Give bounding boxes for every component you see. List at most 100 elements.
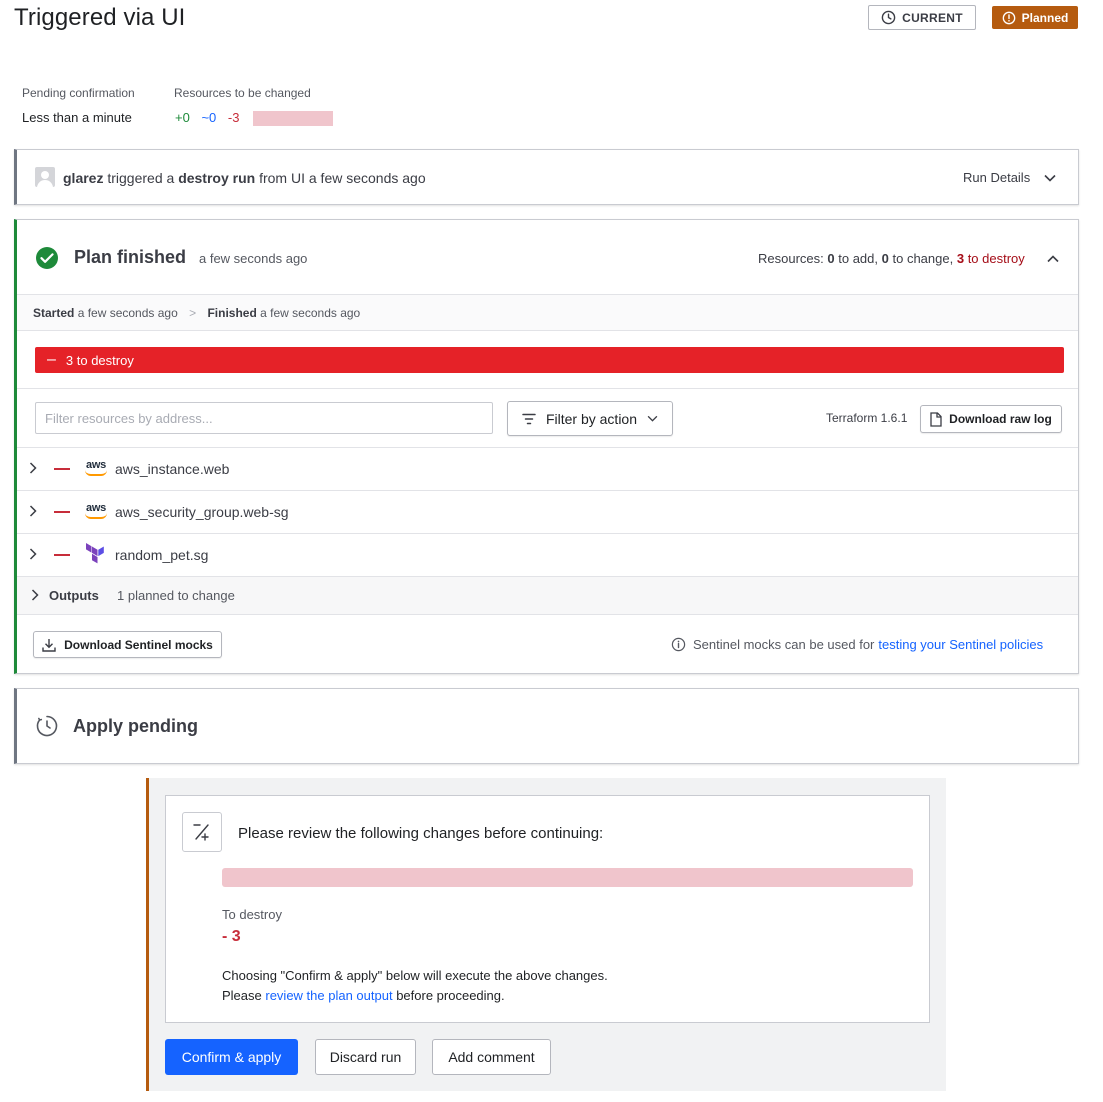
chevron-right-icon (31, 588, 39, 604)
plan-destroy-count: 3 (956, 251, 965, 266)
resources-prefix: Resources: (758, 251, 824, 266)
outputs-row[interactable]: Outputs 1 planned to change (17, 576, 1078, 614)
download-icon (42, 638, 56, 652)
plan-destroy-label: to destroy (967, 251, 1025, 266)
timing-row: Started a few seconds ago > Finished a f… (17, 294, 1078, 330)
plan-add-count: 0 (827, 251, 835, 266)
review-panel: Please review the following changes befo… (146, 778, 946, 1091)
minus-icon: – (47, 351, 56, 368)
review-plan-link[interactable]: review the plan output (265, 988, 392, 1003)
review-heading: Please review the following changes befo… (238, 825, 604, 842)
terraform-logo-icon (85, 542, 105, 568)
filter-by-action-button[interactable]: Filter by action (507, 401, 673, 436)
check-circle-icon (35, 246, 59, 273)
finished-label: Finished (207, 306, 257, 320)
trigger-text-2: from UI a few seconds ago (259, 170, 426, 186)
review-note-2-prefix: Please (222, 988, 262, 1003)
resources-label: Resources to be changed (174, 86, 311, 100)
chevron-down-icon (647, 415, 658, 422)
destroy-bar-row: – 3 to destroy (17, 330, 1078, 388)
finished-time: a few seconds ago (260, 306, 361, 320)
chevron-up-icon (1047, 255, 1059, 263)
resource-name: random_pet.sg (115, 547, 209, 563)
destroy-marker (54, 511, 70, 513)
chevron-right-icon (29, 547, 37, 563)
avatar (35, 167, 55, 187)
filter-resources-input[interactable] (35, 402, 493, 434)
sentinel-note-text: Sentinel mocks can be used for (693, 637, 875, 652)
plan-time: a few seconds ago (199, 251, 308, 266)
review-note-2: Please review the plan output before pro… (222, 988, 505, 1003)
aws-logo-icon: aws (83, 503, 109, 521)
destroy-marker (54, 554, 70, 556)
breadcrumb-separator: > (189, 306, 197, 320)
current-badge: CURRENT (868, 5, 976, 30)
sentinel-row: Download Sentinel mocks Sentinel mocks c… (17, 614, 1078, 674)
chevron-right-icon (29, 504, 37, 520)
trigger-run-type: destroy run (178, 170, 256, 186)
download-sentinel-mocks-label: Download Sentinel mocks (64, 637, 213, 652)
sentinel-note: Sentinel mocks can be used for testing y… (671, 637, 1043, 652)
plan-change-count: 0 (881, 251, 889, 266)
filter-icon (522, 413, 536, 424)
pending-label: Pending confirmation (22, 86, 135, 100)
plan-add-label: to add, (838, 251, 878, 266)
trigger-text-1: triggered a (107, 170, 175, 186)
status-badge-label: Planned (1021, 10, 1069, 25)
run-details-label: Run Details (963, 170, 1031, 185)
apply-title: Apply pending (73, 716, 198, 736)
review-box: Please review the following changes befo… (165, 795, 930, 1023)
plan-resource-summary: Resources: 0 to add, 0 to change, 3 to d… (758, 251, 1025, 266)
status-badge: Planned (992, 6, 1078, 29)
timing-info: Started a few seconds ago > Finished a f… (33, 306, 360, 320)
alert-circle-icon (1002, 11, 1015, 24)
page-title: Triggered via UI (14, 4, 186, 31)
info-icon (671, 637, 686, 652)
filter-by-action-label: Filter by action (545, 410, 638, 427)
sentinel-policies-link[interactable]: testing your Sentinel policies (878, 637, 1043, 652)
discard-run-button[interactable]: Discard run (315, 1039, 416, 1075)
aws-logo-icon: aws (83, 460, 109, 478)
apply-card: Apply pending (14, 688, 1079, 764)
plan-title: Plan finished (74, 247, 187, 267)
download-raw-log-label: Download raw log (949, 412, 1052, 426)
redacted-block (253, 111, 333, 126)
download-raw-log-button[interactable]: Download raw log (920, 405, 1062, 433)
diff-icon (182, 812, 222, 852)
terraform-version: Terraform 1.6.1 (826, 411, 908, 425)
add-count: +0 (175, 110, 190, 125)
trigger-user: glarez (63, 170, 104, 186)
plan-card: Plan finished a few seconds ago Resource… (14, 219, 1079, 674)
clock-icon (881, 10, 896, 25)
pending-value: Less than a minute (22, 110, 132, 125)
redacted-bar (222, 868, 913, 887)
resource-row[interactable]: aws aws_security_group.web-sg (17, 490, 1078, 533)
started-label: Started (33, 306, 75, 320)
destroy-summary-bar: – 3 to destroy (35, 347, 1064, 373)
trigger-card: glarez triggered a destroy run from UI a… (14, 149, 1079, 205)
to-destroy-label: To destroy (222, 907, 282, 922)
plan-change-label: to change, (892, 251, 954, 266)
resource-counts: +0 ~0 -3 (175, 110, 239, 125)
resource-row[interactable]: aws aws_instance.web (17, 447, 1078, 490)
download-sentinel-mocks-button[interactable]: Download Sentinel mocks (33, 631, 222, 658)
trigger-text: glarez triggered a destroy run from UI a… (63, 170, 426, 186)
filter-row: Filter by action Terraform 1.6.1 Downloa… (17, 388, 1078, 447)
add-comment-button[interactable]: Add comment (432, 1039, 551, 1075)
confirm-apply-button[interactable]: Confirm & apply (165, 1039, 298, 1075)
clock-icon (35, 714, 59, 741)
resource-name: aws_instance.web (115, 461, 230, 477)
started-time: a few seconds ago (77, 306, 178, 320)
collapse-toggle[interactable] (1047, 250, 1059, 266)
resource-row[interactable]: random_pet.sg (17, 533, 1078, 576)
outputs-value: 1 planned to change (117, 588, 235, 603)
file-icon (930, 411, 942, 427)
chevron-right-icon (29, 461, 37, 477)
outputs-label: Outputs (49, 588, 99, 603)
resource-name: aws_security_group.web-sg (115, 504, 289, 520)
review-note-2-suffix: before proceeding. (396, 988, 505, 1003)
run-details-toggle[interactable]: Run Details (963, 170, 1056, 185)
destroy-count: -3 (227, 110, 240, 125)
current-badge-label: CURRENT (902, 10, 963, 25)
change-count: ~0 (201, 110, 217, 125)
